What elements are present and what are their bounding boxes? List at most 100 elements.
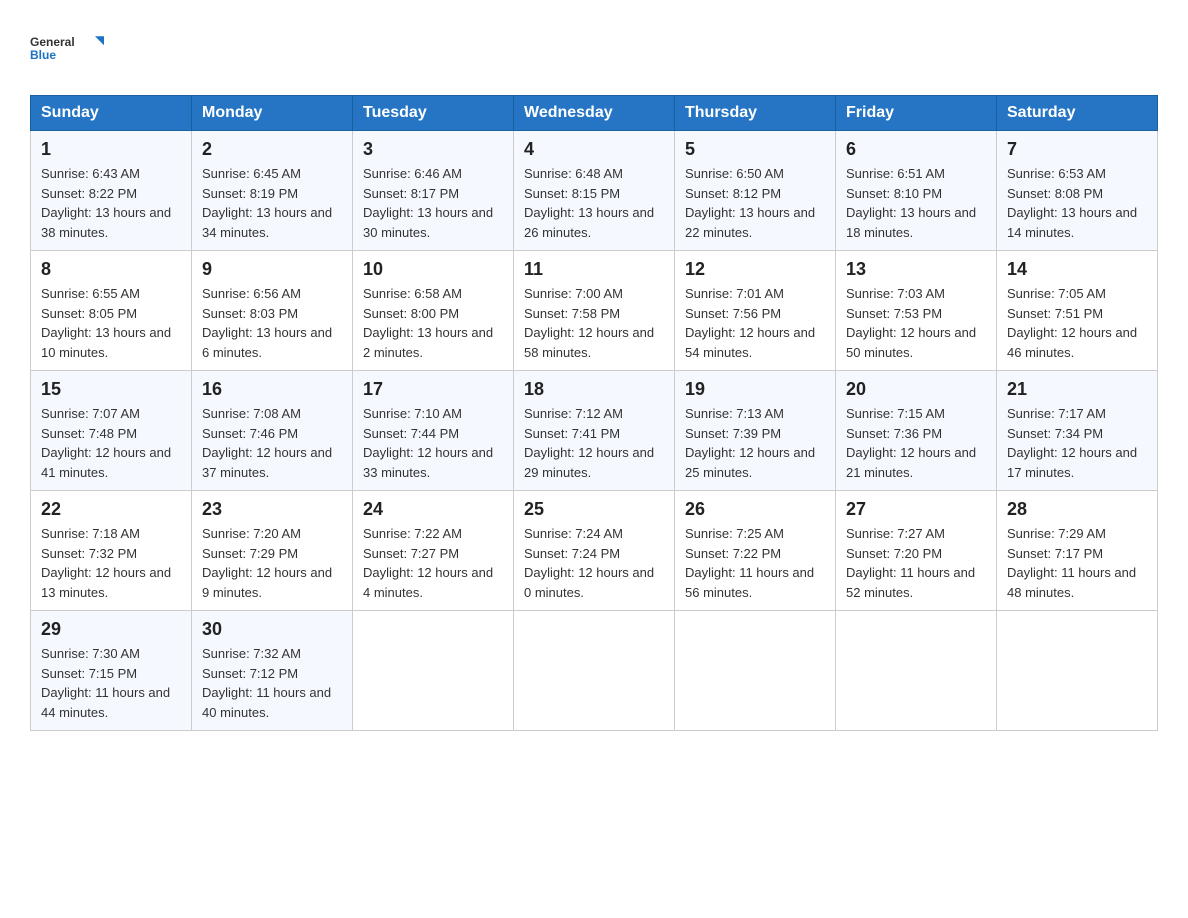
day-number: 9 — [202, 259, 342, 280]
calendar-cell: 25Sunrise: 7:24 AMSunset: 7:24 PMDayligh… — [514, 491, 675, 611]
day-info: Sunrise: 6:51 AMSunset: 8:10 PMDaylight:… — [846, 164, 986, 242]
calendar-cell: 28 Sunrise: 7:29 AMSunset: 7:17 PMDayligh… — [997, 491, 1158, 611]
logo-svg: General Blue — [30, 20, 110, 75]
calendar-cell: 13 Sunrise: 7:03 AMSunset: 7:53 PMDayligh… — [836, 251, 997, 371]
day-info: Sunrise: 6:53 AMSunset: 8:08 PMDaylight:… — [1007, 164, 1147, 242]
calendar-cell: 15 Sunrise: 7:07 AMSunset: 7:48 PMDayligh… — [31, 371, 192, 491]
calendar-cell: 12Sunrise: 7:01 AMSunset: 7:56 PMDayligh… — [675, 251, 836, 371]
calendar-cell: 1Sunrise: 6:43 AMSunset: 8:22 PMDaylight… — [31, 131, 192, 251]
calendar-week-row: 22 Sunrise: 7:18 AMSunset: 7:32 PMDayligh… — [31, 491, 1158, 611]
day-number: 15 — [41, 379, 181, 400]
calendar-cell — [675, 611, 836, 731]
calendar-cell: 30 Sunrise: 7:32 AMSunset: 7:12 PMDayligh… — [192, 611, 353, 731]
day-info: Sunrise: 7:27 AMSunset: 7:20 PMDaylight:… — [846, 524, 986, 602]
day-number: 10 — [363, 259, 503, 280]
day-number: 19 — [685, 379, 825, 400]
calendar-cell: 4 Sunrise: 6:48 AMSunset: 8:15 PMDaylight… — [514, 131, 675, 251]
day-info: Sunrise: 6:43 AMSunset: 8:22 PMDaylight:… — [41, 164, 181, 242]
calendar-cell: 20Sunrise: 7:15 AMSunset: 7:36 PMDayligh… — [836, 371, 997, 491]
calendar-cell: 29 Sunrise: 7:30 AMSunset: 7:15 PMDayligh… — [31, 611, 192, 731]
day-number: 23 — [202, 499, 342, 520]
calendar-week-row: 15 Sunrise: 7:07 AMSunset: 7:48 PMDayligh… — [31, 371, 1158, 491]
day-info: Sunrise: 7:07 AMSunset: 7:48 PMDaylight:… — [41, 404, 181, 482]
day-number: 30 — [202, 619, 342, 640]
day-number: 18 — [524, 379, 664, 400]
calendar-cell: 10 Sunrise: 6:58 AMSunset: 8:00 PMDayligh… — [353, 251, 514, 371]
day-info: Sunrise: 7:01 AMSunset: 7:56 PMDaylight:… — [685, 284, 825, 362]
day-info: Sunrise: 7:29 AMSunset: 7:17 PMDaylight:… — [1007, 524, 1147, 602]
day-number: 14 — [1007, 259, 1147, 280]
calendar-cell: 3 Sunrise: 6:46 AMSunset: 8:17 PMDaylight… — [353, 131, 514, 251]
calendar-cell: 6 Sunrise: 6:51 AMSunset: 8:10 PMDaylight… — [836, 131, 997, 251]
calendar-cell — [514, 611, 675, 731]
day-number: 3 — [363, 139, 503, 160]
calendar-cell: 14 Sunrise: 7:05 AMSunset: 7:51 PMDayligh… — [997, 251, 1158, 371]
day-info: Sunrise: 7:25 AMSunset: 7:22 PMDaylight:… — [685, 524, 825, 602]
day-info: Sunrise: 7:13 AMSunset: 7:39 PMDaylight:… — [685, 404, 825, 482]
page-header: General Blue — [30, 20, 1158, 75]
day-info: Sunrise: 7:22 AMSunset: 7:27 PMDaylight:… — [363, 524, 503, 602]
day-info: Sunrise: 6:50 AMSunset: 8:12 PMDaylight:… — [685, 164, 825, 242]
day-number: 27 — [846, 499, 986, 520]
calendar-cell: 16 Sunrise: 7:08 AMSunset: 7:46 PMDayligh… — [192, 371, 353, 491]
calendar-table: SundayMondayTuesdayWednesdayThursdayFrid… — [30, 95, 1158, 731]
day-number: 16 — [202, 379, 342, 400]
day-info: Sunrise: 6:58 AMSunset: 8:00 PMDaylight:… — [363, 284, 503, 362]
calendar-cell: 17 Sunrise: 7:10 AMSunset: 7:44 PMDayligh… — [353, 371, 514, 491]
day-number: 29 — [41, 619, 181, 640]
calendar-cell — [353, 611, 514, 731]
day-number: 21 — [1007, 379, 1147, 400]
svg-text:Blue: Blue — [30, 48, 56, 62]
svg-text:General: General — [30, 35, 75, 49]
calendar-week-row: 29 Sunrise: 7:30 AMSunset: 7:15 PMDayligh… — [31, 611, 1158, 731]
day-number: 2 — [202, 139, 342, 160]
day-info: Sunrise: 6:48 AMSunset: 8:15 PMDaylight:… — [524, 164, 664, 242]
day-number: 25 — [524, 499, 664, 520]
calendar-week-row: 8Sunrise: 6:55 AMSunset: 8:05 PMDaylight… — [31, 251, 1158, 371]
day-number: 4 — [524, 139, 664, 160]
calendar-cell: 27 Sunrise: 7:27 AMSunset: 7:20 PMDayligh… — [836, 491, 997, 611]
header-saturday: Saturday — [997, 96, 1158, 131]
calendar-cell: 21 Sunrise: 7:17 AMSunset: 7:34 PMDayligh… — [997, 371, 1158, 491]
day-number: 26 — [685, 499, 825, 520]
header-wednesday: Wednesday — [514, 96, 675, 131]
day-info: Sunrise: 7:32 AMSunset: 7:12 PMDaylight:… — [202, 644, 342, 722]
day-info: Sunrise: 7:05 AMSunset: 7:51 PMDaylight:… — [1007, 284, 1147, 362]
day-info: Sunrise: 7:10 AMSunset: 7:44 PMDaylight:… — [363, 404, 503, 482]
day-number: 28 — [1007, 499, 1147, 520]
day-info: Sunrise: 7:17 AMSunset: 7:34 PMDaylight:… — [1007, 404, 1147, 482]
calendar-cell: 2 Sunrise: 6:45 AMSunset: 8:19 PMDaylight… — [192, 131, 353, 251]
calendar-cell: 7Sunrise: 6:53 AMSunset: 8:08 PMDaylight… — [997, 131, 1158, 251]
day-number: 20 — [846, 379, 986, 400]
header-sunday: Sunday — [31, 96, 192, 131]
day-info: Sunrise: 6:46 AMSunset: 8:17 PMDaylight:… — [363, 164, 503, 242]
calendar-cell: 22 Sunrise: 7:18 AMSunset: 7:32 PMDayligh… — [31, 491, 192, 611]
header-monday: Monday — [192, 96, 353, 131]
day-number: 13 — [846, 259, 986, 280]
day-info: Sunrise: 7:20 AMSunset: 7:29 PMDaylight:… — [202, 524, 342, 602]
header-tuesday: Tuesday — [353, 96, 514, 131]
calendar-cell — [836, 611, 997, 731]
calendar-cell: 19 Sunrise: 7:13 AMSunset: 7:39 PMDayligh… — [675, 371, 836, 491]
calendar-header-row: SundayMondayTuesdayWednesdayThursdayFrid… — [31, 96, 1158, 131]
day-info: Sunrise: 7:30 AMSunset: 7:15 PMDaylight:… — [41, 644, 181, 722]
day-info: Sunrise: 6:56 AMSunset: 8:03 PMDaylight:… — [202, 284, 342, 362]
header-friday: Friday — [836, 96, 997, 131]
calendar-cell: 9 Sunrise: 6:56 AMSunset: 8:03 PMDaylight… — [192, 251, 353, 371]
calendar-cell: 26 Sunrise: 7:25 AMSunset: 7:22 PMDayligh… — [675, 491, 836, 611]
day-number: 22 — [41, 499, 181, 520]
day-info: Sunrise: 7:08 AMSunset: 7:46 PMDaylight:… — [202, 404, 342, 482]
day-info: Sunrise: 7:18 AMSunset: 7:32 PMDaylight:… — [41, 524, 181, 602]
day-number: 5 — [685, 139, 825, 160]
day-info: Sunrise: 6:45 AMSunset: 8:19 PMDaylight:… — [202, 164, 342, 242]
day-info: Sunrise: 7:00 AMSunset: 7:58 PMDaylight:… — [524, 284, 664, 362]
day-number: 8 — [41, 259, 181, 280]
day-number: 17 — [363, 379, 503, 400]
calendar-cell — [997, 611, 1158, 731]
calendar-cell: 18Sunrise: 7:12 AMSunset: 7:41 PMDayligh… — [514, 371, 675, 491]
calendar-cell: 24Sunrise: 7:22 AMSunset: 7:27 PMDayligh… — [353, 491, 514, 611]
calendar-cell: 8Sunrise: 6:55 AMSunset: 8:05 PMDaylight… — [31, 251, 192, 371]
day-info: Sunrise: 7:03 AMSunset: 7:53 PMDaylight:… — [846, 284, 986, 362]
day-number: 6 — [846, 139, 986, 160]
calendar-cell: 5 Sunrise: 6:50 AMSunset: 8:12 PMDaylight… — [675, 131, 836, 251]
